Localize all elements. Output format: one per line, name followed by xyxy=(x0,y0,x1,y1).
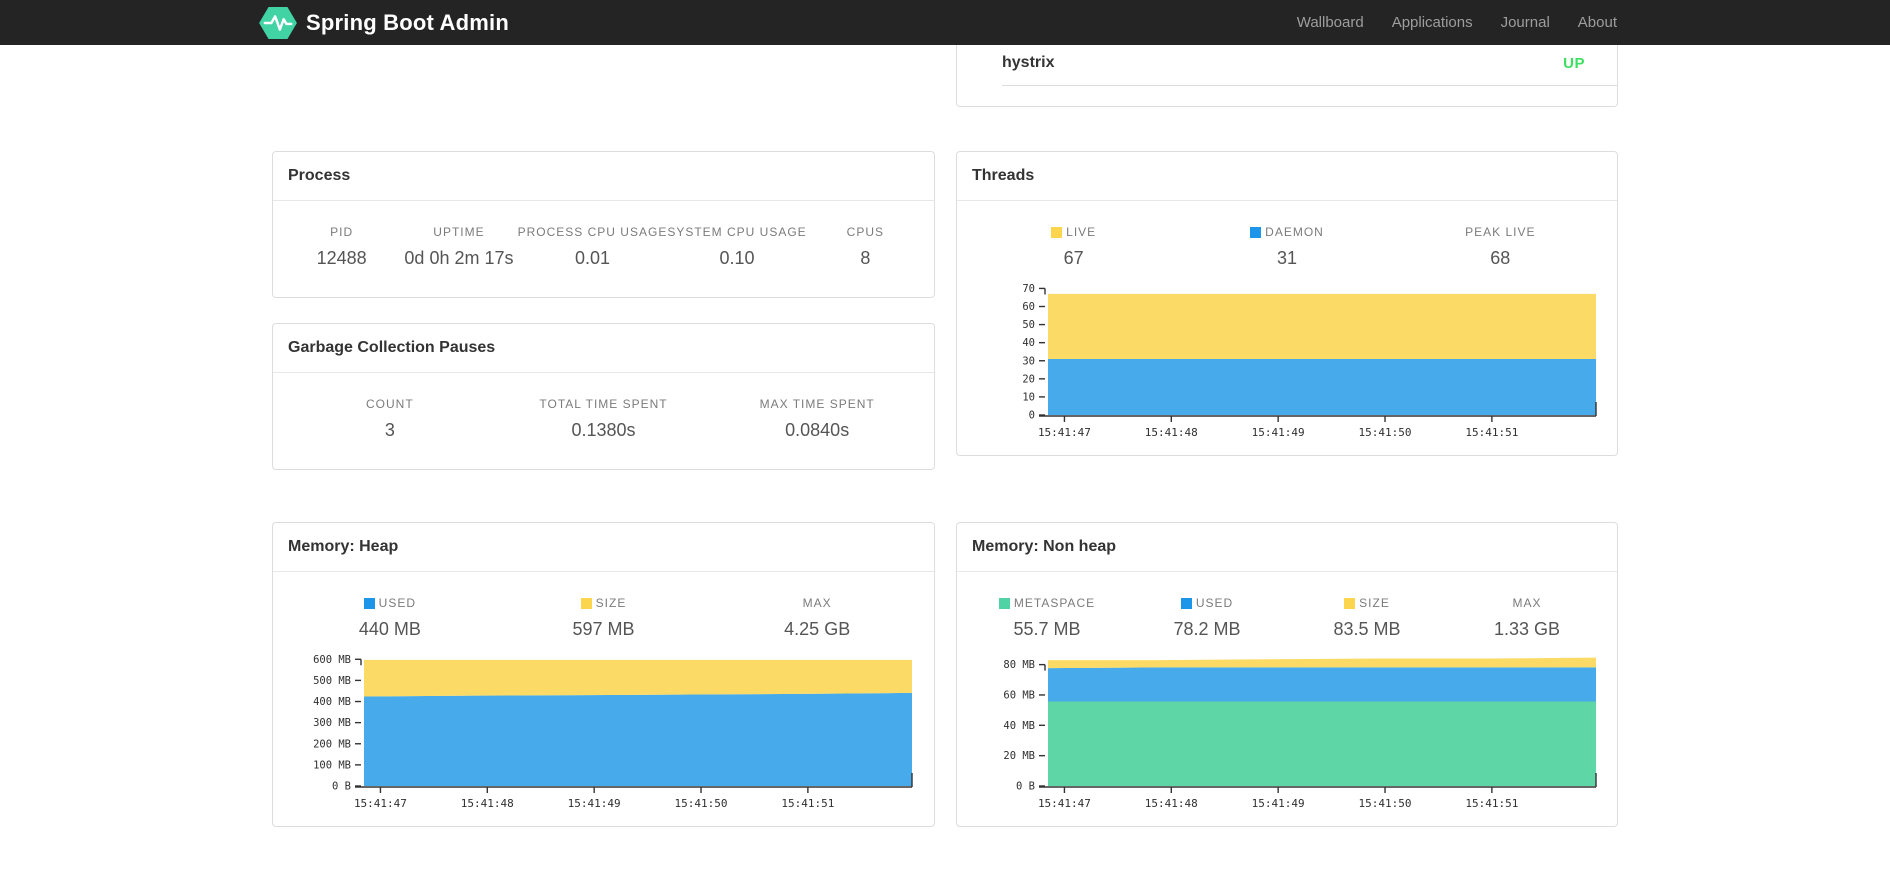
status-badge-up: UP xyxy=(1563,54,1585,72)
svg-text:15:41:48: 15:41:48 xyxy=(1145,426,1198,439)
heap-size-legend-swatch xyxy=(580,597,592,609)
left-column: Process PID 12488 UPTIME 0d 0h 2m 17s PR… xyxy=(272,151,935,470)
svg-text:15:41:50: 15:41:50 xyxy=(675,797,728,810)
live-legend-swatch xyxy=(1051,226,1063,238)
svg-text:20 MB: 20 MB xyxy=(1003,750,1035,762)
threads-stats: LIVE 67 DAEMON 31 PEAK LIVE 68 xyxy=(957,201,1617,269)
empty-left-column xyxy=(272,45,935,107)
svg-text:15:41:51: 15:41:51 xyxy=(781,797,834,810)
gc-panel-heading: Garbage Collection Pauses xyxy=(273,324,934,373)
threads-panel-title: Threads xyxy=(972,167,1035,184)
nav-link-journal[interactable]: Journal xyxy=(1487,0,1564,45)
svg-text:40 MB: 40 MB xyxy=(1003,720,1035,732)
gc-stats: COUNT 3 TOTAL TIME SPENT 0.1380s MAX TIM… xyxy=(273,373,934,469)
svg-text:40: 40 xyxy=(1022,337,1035,349)
nav-link-about[interactable]: About xyxy=(1564,0,1631,45)
metaspace-legend-swatch xyxy=(998,597,1010,609)
stat-heap-size: SIZE 597 MB xyxy=(572,596,635,639)
stat-cpus: CPUS 8 xyxy=(846,225,885,268)
brand[interactable]: Spring Boot Admin xyxy=(259,6,509,40)
process-stats: PID 12488 UPTIME 0d 0h 2m 17s PROCESS CP… xyxy=(273,201,934,297)
pulse-hexagon-logo-icon xyxy=(259,6,297,40)
nonheap-stats: METASPACE 55.7 MB USED 78.2 MB SIZE 83.5… xyxy=(957,572,1617,640)
health-item-name: hystrix xyxy=(1002,54,1055,71)
svg-text:15:41:49: 15:41:49 xyxy=(1252,426,1305,439)
svg-text:15:41:47: 15:41:47 xyxy=(1038,797,1091,810)
svg-text:0 B: 0 B xyxy=(332,781,351,793)
heap-stats: USED 440 MB SIZE 597 MB MAX 4.25 GB xyxy=(273,572,934,640)
top-navbar: Spring Boot Admin Wallboard Applications… xyxy=(0,0,1890,45)
svg-text:15:41:50: 15:41:50 xyxy=(1359,797,1412,810)
process-panel-title: Process xyxy=(288,167,351,184)
svg-text:0: 0 xyxy=(1029,410,1035,422)
gc-panel: Garbage Collection Pauses COUNT 3 TOTAL … xyxy=(272,323,935,470)
svg-text:600 MB: 600 MB xyxy=(313,654,351,666)
daemon-legend-swatch xyxy=(1250,226,1262,238)
heap-panel-heading: Memory: Heap xyxy=(273,523,934,572)
stat-pid: PID 12488 xyxy=(316,225,367,268)
heap-used-legend-swatch xyxy=(363,597,375,609)
threads-panel: Threads LIVE 67 DAEMON 31 PEAK LIVE 68 0… xyxy=(956,151,1618,456)
stat-heap-max: MAX 4.25 GB xyxy=(784,596,851,639)
svg-text:15:41:48: 15:41:48 xyxy=(1145,797,1198,810)
process-panel-heading: Process xyxy=(273,152,934,201)
stat-system-cpu: SYSTEM CPU USAGE 0.10 xyxy=(667,225,807,268)
right-column: Threads LIVE 67 DAEMON 31 PEAK LIVE 68 0… xyxy=(956,151,1618,470)
process-panel: Process PID 12488 UPTIME 0d 0h 2m 17s PR… xyxy=(272,151,935,298)
nonheap-panel: Memory: Non heap METASPACE 55.7 MB USED … xyxy=(956,522,1618,827)
nonheap-panel-title: Memory: Non heap xyxy=(972,538,1117,555)
svg-text:400 MB: 400 MB xyxy=(313,696,351,708)
nonheap-used-legend-swatch xyxy=(1180,597,1192,609)
nav-link-applications[interactable]: Applications xyxy=(1378,0,1487,45)
svg-text:10: 10 xyxy=(1022,391,1035,403)
stat-threads-daemon: DAEMON 31 xyxy=(1180,225,1393,269)
nav-link-wallboard[interactable]: Wallboard xyxy=(1283,0,1378,45)
svg-text:60 MB: 60 MB xyxy=(1003,689,1035,701)
brand-title: Spring Boot Admin xyxy=(306,9,510,35)
stat-process-cpu: PROCESS CPU USAGE 0.01 xyxy=(517,225,668,268)
heap-panel-title: Memory: Heap xyxy=(288,538,399,555)
svg-text:15:41:49: 15:41:49 xyxy=(1252,797,1305,810)
stat-gc-max-time: MAX TIME SPENT 0.0840s xyxy=(759,397,875,440)
threads-chart: 0 10 20 30 40 50 60 70 15:41:47 15:41:48 15:41:49 1… xyxy=(971,275,1603,447)
stat-threads-live: LIVE 67 xyxy=(967,225,1180,269)
svg-text:15:41:47: 15:41:47 xyxy=(354,797,407,810)
stat-nonheap-used: USED 78.2 MB xyxy=(1173,596,1241,639)
svg-text:0 B: 0 B xyxy=(1016,781,1035,793)
stat-threads-peak: PEAK LIVE 68 xyxy=(1465,225,1536,268)
stat-heap-used: USED 440 MB xyxy=(358,596,421,639)
svg-text:15:41:51: 15:41:51 xyxy=(1465,426,1518,439)
stat-gc-total-time: TOTAL TIME SPENT 0.1380s xyxy=(539,397,668,440)
svg-text:50: 50 xyxy=(1022,319,1035,331)
svg-text:300 MB: 300 MB xyxy=(313,717,351,729)
health-row-hystrix: hystrix UP xyxy=(1002,45,1617,86)
svg-text:80 MB: 80 MB xyxy=(1003,659,1035,671)
svg-text:20: 20 xyxy=(1022,373,1035,385)
svg-text:15:41:49: 15:41:49 xyxy=(568,797,621,810)
nonheap-panel-heading: Memory: Non heap xyxy=(957,523,1617,572)
svg-text:70: 70 xyxy=(1022,283,1035,295)
svg-text:15:41:48: 15:41:48 xyxy=(461,797,514,810)
gc-panel-title: Garbage Collection Pauses xyxy=(288,339,496,356)
heap-panel: Memory: Heap USED 440 MB SIZE 597 MB MAX… xyxy=(272,522,935,827)
nonheap-size-legend-swatch xyxy=(1344,597,1356,609)
svg-text:15:41:50: 15:41:50 xyxy=(1359,426,1412,439)
svg-text:15:41:47: 15:41:47 xyxy=(1038,426,1091,439)
svg-text:500 MB: 500 MB xyxy=(313,675,351,687)
stat-nonheap-size: SIZE 83.5 MB xyxy=(1333,596,1401,639)
stat-uptime: UPTIME 0d 0h 2m 17s xyxy=(404,225,514,268)
nonheap-chart: 0 B 20 MB 40 MB 60 MB 80 MB 15:41:47 15:41:48 1… xyxy=(971,646,1603,818)
stat-nonheap-max: MAX 1.33 GB xyxy=(1493,596,1561,639)
stat-gc-count: COUNT 3 xyxy=(366,397,414,440)
health-panel: hystrix UP xyxy=(956,45,1618,107)
svg-text:200 MB: 200 MB xyxy=(313,738,351,750)
heap-chart: 0 B 100 MB 200 MB 300 MB 400 MB 500 MB 600 MB 1… xyxy=(287,646,920,818)
svg-text:100 MB: 100 MB xyxy=(313,759,351,771)
threads-panel-heading: Threads xyxy=(957,152,1617,201)
nav-links: Wallboard Applications Journal About xyxy=(1283,0,1631,45)
stat-nonheap-metaspace: METASPACE 55.7 MB xyxy=(967,596,1127,640)
svg-text:30: 30 xyxy=(1022,355,1035,367)
svg-text:15:41:51: 15:41:51 xyxy=(1465,797,1518,810)
svg-text:60: 60 xyxy=(1022,301,1035,313)
